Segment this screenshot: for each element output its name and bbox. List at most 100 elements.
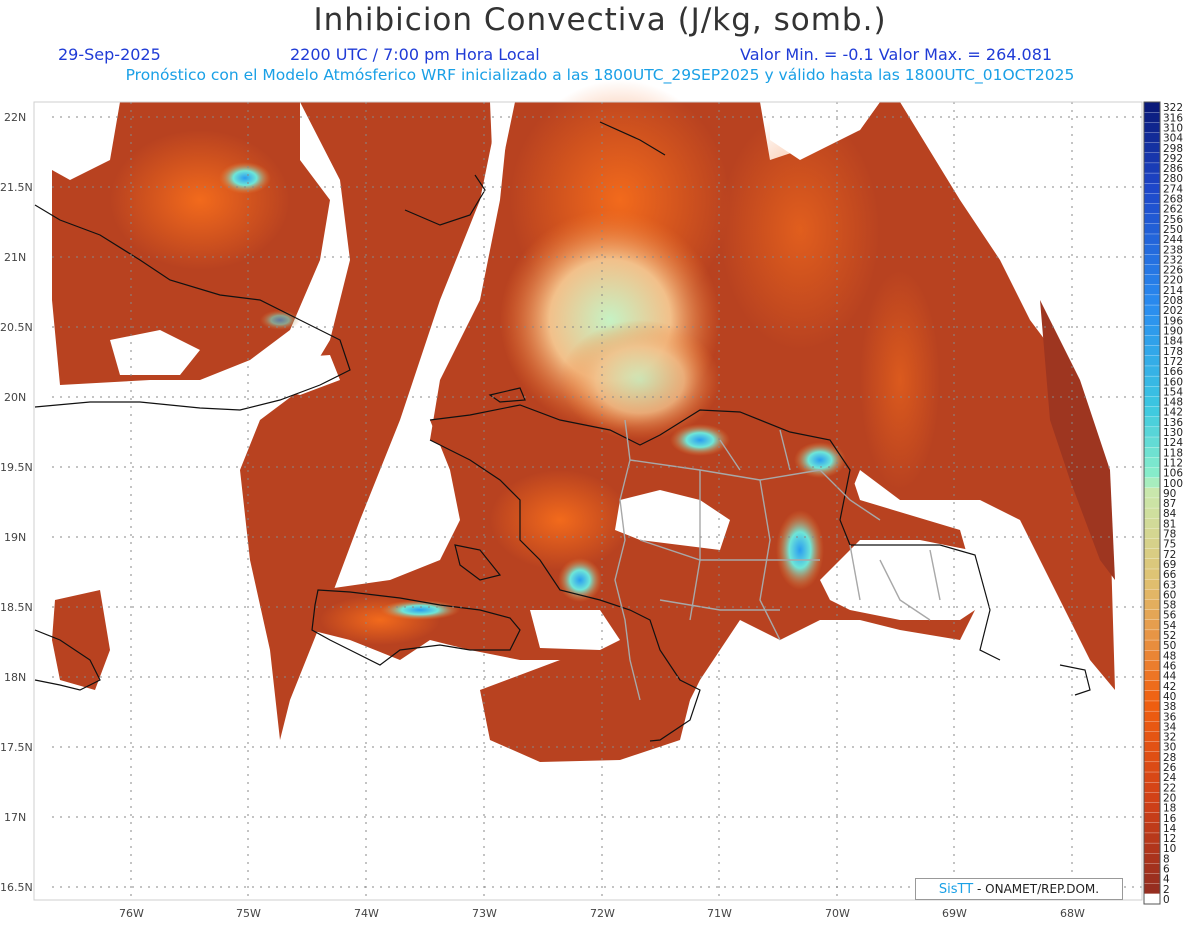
colorbar-swatch (1143, 365, 1161, 377)
colorbar-swatch (1143, 700, 1161, 712)
lon-label: 70W (825, 907, 850, 920)
colorbar-swatch (1143, 101, 1161, 113)
colorbar-swatch (1143, 751, 1161, 763)
colorbar-swatch (1143, 447, 1161, 458)
colorbar-swatch (1143, 568, 1161, 580)
colorbar-swatch (1143, 518, 1161, 529)
lon-label: 72W (590, 907, 615, 920)
colorbar-swatch (1143, 863, 1161, 875)
lat-label: 18.5N (0, 601, 33, 614)
colorbar-swatch (1143, 873, 1161, 885)
colorbar-swatch (1143, 203, 1161, 215)
lat-label: 16.5N (0, 881, 33, 894)
colorbar-swatch (1143, 477, 1161, 489)
colorbar-swatch (1143, 528, 1161, 540)
lon-label: 73W (472, 907, 497, 920)
colorbar-swatch (1143, 639, 1161, 651)
longitude-labels: 76W 75W 74W 73W 72W 71W 70W 69W 68W (119, 907, 1085, 920)
lon-label: 71W (707, 907, 732, 920)
colorbar-swatch (1143, 832, 1161, 844)
lon-label: 68W (1060, 907, 1085, 920)
latitude-labels: 22N 21.5N 21N 20.5N 20N 19.5N 19N 18.5N … (0, 111, 33, 894)
colorbar-swatch (1143, 375, 1161, 387)
colorbar-swatch (1143, 315, 1161, 326)
colorbar-swatch (1143, 771, 1161, 783)
colorbar-swatch (1143, 335, 1161, 347)
lat-label: 21N (4, 251, 26, 264)
lat-label: 21.5N (0, 181, 33, 194)
colorbar-swatch (1143, 325, 1161, 337)
colorbar-swatch (1143, 578, 1161, 590)
sis-logo-text: SisTT (938, 882, 974, 897)
lat-label: 19.5N (0, 461, 33, 474)
lat-label: 20.5N (0, 321, 33, 334)
colorbar-swatch (1143, 497, 1161, 509)
map-canvas: 22N 21.5N 21N 20.5N 20N 19.5N 19N 18.5N … (0, 80, 1183, 920)
lat-label: 17.5N (0, 741, 33, 754)
colorbar-swatch (1143, 243, 1161, 255)
colorbar-swatch (1143, 822, 1161, 834)
colorbar-swatch (1143, 172, 1161, 184)
colorbar-swatch (1143, 660, 1161, 672)
colorbar-swatch (1143, 507, 1161, 519)
colorbar-swatch (1143, 487, 1161, 499)
colorbar-swatch (1143, 792, 1161, 804)
colorbar-swatch (1143, 183, 1161, 194)
colorbar-swatch (1143, 406, 1161, 418)
colorbar-swatch (1143, 629, 1161, 641)
colorbar-swatch (1143, 599, 1161, 611)
colorbar-swatch (1143, 396, 1161, 408)
credit-text: - ONAMET/REP.DOM. (973, 882, 1100, 896)
colorbar-swatch (1143, 893, 1161, 905)
credit-box: SisTT - ONAMET/REP.DOM. (915, 878, 1123, 900)
colorbar-swatch (1143, 386, 1161, 397)
colorbar-swatch (1143, 812, 1161, 824)
colorbar-swatch (1143, 548, 1161, 560)
colorbar-swatch (1143, 558, 1161, 570)
colorbar-swatch (1143, 112, 1161, 123)
lat-label: 18N (4, 671, 26, 684)
colorbar-swatch (1143, 650, 1161, 661)
colorbar-swatch (1143, 721, 1161, 732)
colorbar-swatch (1143, 782, 1161, 793)
colorbar-swatch (1143, 142, 1161, 154)
colorbar-swatch (1143, 132, 1161, 144)
colorbar-swatch (1143, 741, 1161, 753)
colorbar-swatch (1143, 853, 1161, 864)
colorbar-swatch (1143, 294, 1161, 306)
lon-label: 74W (354, 907, 379, 920)
colorbar-swatch (1143, 233, 1161, 245)
colorbar-swatch (1143, 589, 1161, 600)
colorbar-swatch (1143, 457, 1161, 469)
colorbar-swatch (1143, 304, 1161, 316)
colorbar-swatch (1143, 538, 1161, 550)
colorbar-swatch (1143, 223, 1161, 235)
colorbar-swatch (1143, 122, 1161, 134)
colorbar-swatch (1143, 761, 1161, 773)
colorbar-swatch (1143, 284, 1161, 296)
colorbar-swatch (1143, 355, 1161, 367)
colorbar-swatch (1143, 731, 1161, 743)
colorbar-swatch (1143, 609, 1161, 621)
lon-label: 75W (236, 907, 261, 920)
cin-field (52, 80, 1115, 762)
colorbar: 3223163103042982922862802742682622562502… (1143, 101, 1183, 906)
lat-label: 20N (4, 391, 26, 404)
colorbar-swatch (1143, 670, 1161, 682)
colorbar-swatch (1143, 416, 1161, 428)
colorbar-swatch (1143, 690, 1161, 702)
colorbar-swatch (1143, 680, 1161, 692)
colorbar-swatch (1143, 213, 1161, 225)
colorbar-swatch (1143, 883, 1161, 895)
colorbar-swatch (1143, 467, 1161, 479)
colorbar-swatch (1143, 162, 1161, 174)
colorbar-swatch (1143, 710, 1161, 722)
lat-label: 19N (4, 531, 26, 544)
colorbar-swatch (1143, 254, 1161, 265)
colorbar-swatch (1143, 345, 1161, 357)
colorbar-swatch (1143, 802, 1161, 814)
colorbar-swatch (1143, 152, 1161, 164)
colorbar-label: 0 (1163, 894, 1170, 906)
colorbar-swatch (1143, 436, 1161, 448)
colorbar-swatch (1143, 619, 1161, 631)
